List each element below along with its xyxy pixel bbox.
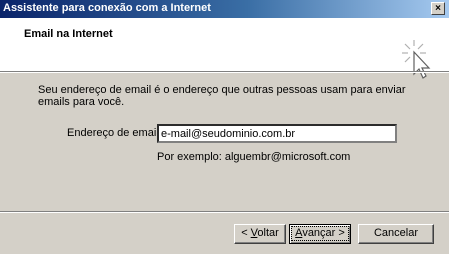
window-title: Assistente para conexão com a Internet [3, 2, 211, 14]
example-text: Por exemplo: alguembr@microsoft.com [157, 151, 351, 163]
close-button[interactable]: × [431, 2, 445, 15]
wizard-sparkle-icon [402, 40, 431, 79]
title-bar[interactable]: Assistente para conexão com a Internet × [0, 0, 449, 18]
close-icon: × [435, 3, 441, 14]
email-field[interactable] [157, 124, 397, 143]
page-title: Email na Internet [24, 28, 113, 40]
wizard-header: Email na Internet [0, 18, 449, 79]
header-separator [0, 71, 449, 73]
wizard-window: Assistente para conexão com a Internet ×… [0, 0, 449, 254]
email-label: Endereço de email: [67, 127, 162, 139]
description-text: Seu endereço de email é o endereço que o… [38, 84, 406, 108]
cancel-button[interactable]: Cancelar [358, 224, 434, 244]
back-button[interactable]: < Voltar [234, 224, 286, 244]
next-button[interactable]: Avançar > [289, 224, 351, 244]
footer-separator [0, 211, 449, 213]
